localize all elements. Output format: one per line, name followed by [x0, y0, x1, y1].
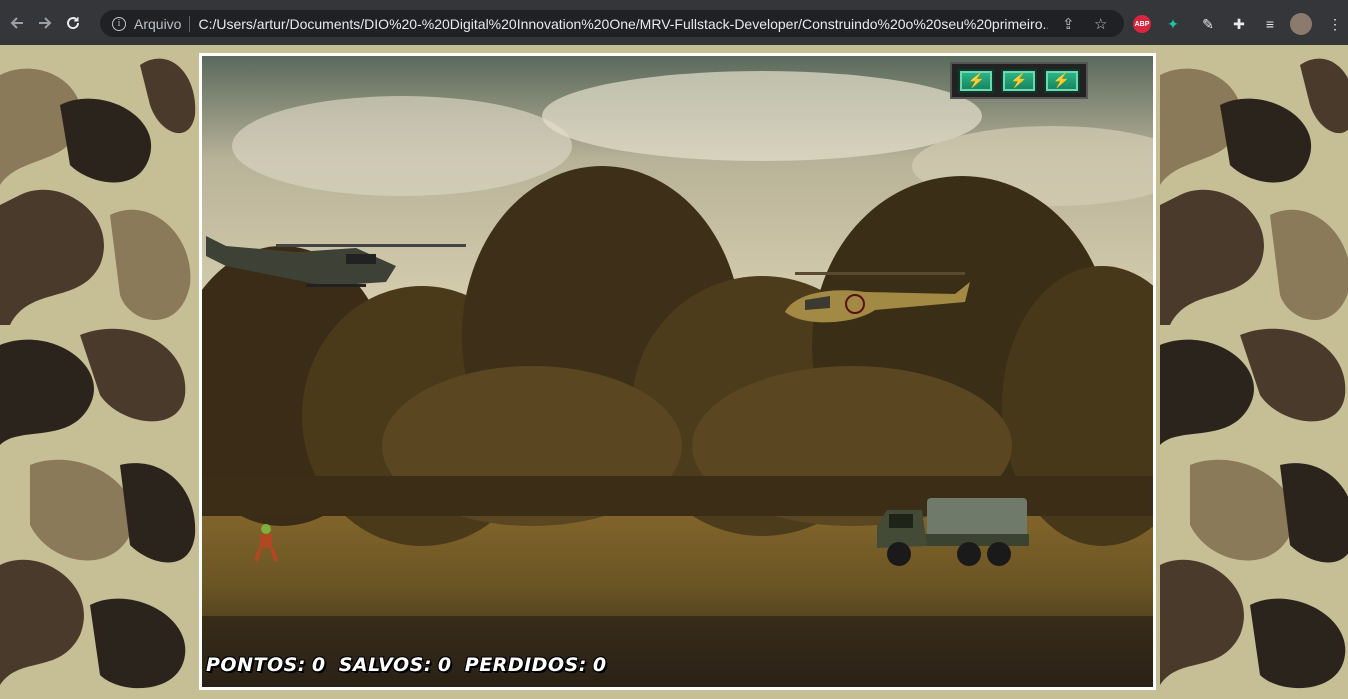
energy-cell-icon: ⚡ — [958, 68, 995, 93]
score-board: PONTOS: 0 SALVOS: 0 PERDIDOS: 0 — [206, 654, 613, 676]
puzzle-icon[interactable]: ✚ — [1229, 14, 1249, 34]
game-scene — [202, 56, 1153, 687]
friend-soldier — [254, 524, 278, 562]
points-label: PONTOS: — [206, 654, 306, 676]
divider — [189, 15, 191, 32]
avatar[interactable] — [1290, 13, 1312, 35]
page-background: ⚡ ⚡ ⚡ PONTOS: 0 SALVOS: 0 PERDIDOS: 0 — [0, 45, 1348, 699]
arrow-right-icon — [39, 16, 52, 29]
forward-button[interactable] — [34, 12, 56, 34]
back-button[interactable] — [6, 12, 28, 34]
menu-kebab-icon[interactable]: ⋮ — [1325, 14, 1345, 34]
points-value: 0 — [311, 654, 326, 676]
pen-icon[interactable]: ✎ — [1198, 14, 1218, 34]
player-helicopter — [206, 236, 466, 287]
star-icon[interactable]: ☆ — [1094, 15, 1107, 33]
lost-label: PERDIDOS: — [464, 654, 587, 676]
browser-toolbar: i Arquivo C:/Users/artur/Documents/DIO%2… — [0, 0, 1348, 45]
leaf-extension-icon[interactable]: ✦ — [1163, 14, 1183, 34]
reload-button[interactable] — [62, 12, 84, 34]
energy-cell-icon: ⚡ — [1000, 68, 1037, 93]
share-icon[interactable]: ⇪ — [1062, 15, 1075, 33]
reload-icon — [67, 16, 80, 29]
enemy-helicopter — [785, 272, 970, 323]
enemy-truck — [877, 498, 1029, 566]
address-bar[interactable]: i Arquivo C:/Users/artur/Documents/DIO%2… — [100, 10, 1124, 37]
energy-bar: ⚡ ⚡ ⚡ — [950, 62, 1088, 99]
arrow-left-icon — [10, 16, 23, 29]
security-label: Arquivo — [134, 15, 182, 32]
game-canvas[interactable]: ⚡ ⚡ ⚡ PONTOS: 0 SALVOS: 0 PERDIDOS: 0 — [199, 53, 1156, 690]
energy-cell-icon: ⚡ — [1043, 68, 1080, 93]
saved-value: 0 — [437, 654, 452, 676]
saved-label: SALVOS: — [338, 654, 432, 676]
lost-value: 0 — [592, 654, 607, 676]
url-text[interactable]: C:/Users/artur/Documents/DIO%20-%20Digit… — [198, 16, 1048, 32]
media-queue-icon[interactable]: ≡ — [1260, 14, 1280, 34]
adblock-icon[interactable]: ABP — [1133, 15, 1151, 33]
info-icon[interactable]: i — [112, 16, 126, 31]
